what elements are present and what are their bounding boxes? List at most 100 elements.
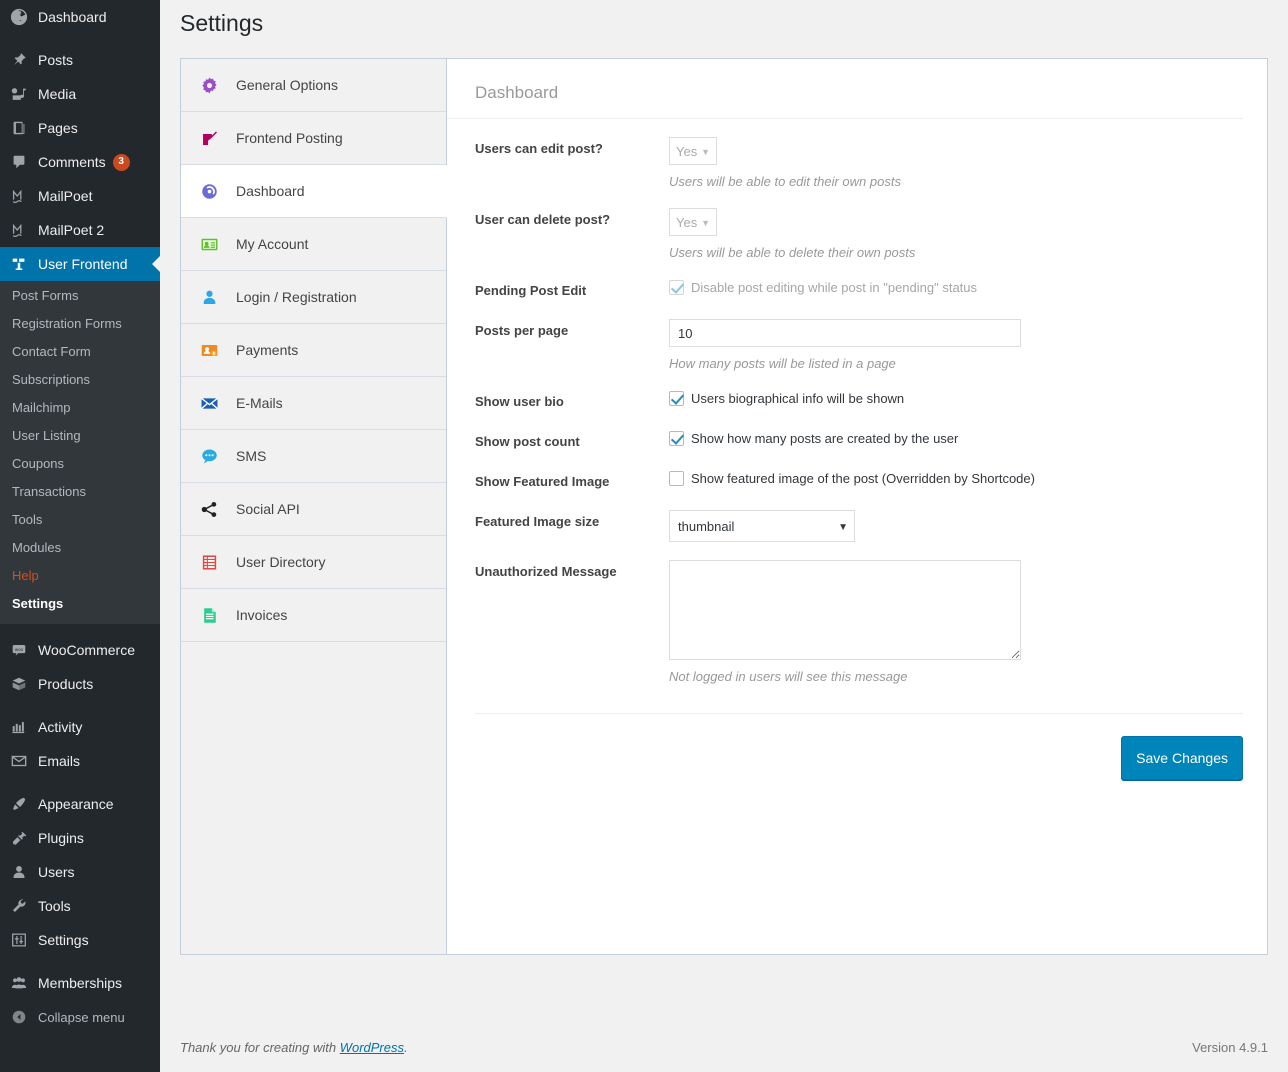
field-description: Users will be able to edit their own pos… [669,174,1243,190]
sidebar-item-posts[interactable]: Posts [0,43,160,77]
admin-footer: Thank you for creating with WordPress. V… [180,1022,1268,1072]
sidebar-item-mailpoet-2[interactable]: MailPoet 2 [0,213,160,247]
sidebar-item-users[interactable]: Users [0,855,160,889]
tab-label: My Account [236,236,308,252]
sidebar-item-mailpoet[interactable]: MailPoet [0,179,160,213]
sidebar-item-plugins[interactable]: Plugins [0,821,160,855]
submenu-item-coupons[interactable]: Coupons [0,450,160,478]
sidebar-item-label: MailPoet 2 [38,223,104,237]
comment-icon [10,153,34,171]
field-label: Featured Image size [447,510,669,532]
save-bar: Save Changes [475,713,1243,780]
sidebar-item-memberships[interactable]: Memberships [0,966,160,1000]
field-label: Posts per page [447,319,669,341]
tab-login-registration[interactable]: Login / Registration [181,271,446,324]
pending-post-edit-checkbox[interactable] [669,280,684,295]
page-title: Settings [180,0,1268,42]
wordpress-link[interactable]: WordPress [340,1040,404,1055]
sidebar-item-label: Appearance [38,797,114,811]
users-icon [10,863,34,881]
field-description: How many posts will be listed in a page [669,356,1243,372]
sidebar-item-dashboard[interactable]: Dashboard [0,0,160,34]
media-icon [10,85,34,103]
tab-sms[interactable]: SMS [181,430,446,483]
plugins-icon [10,829,34,847]
user-frontend-icon [10,255,34,273]
tab-frontend-posting[interactable]: Frontend Posting [181,112,446,165]
submenu-item-post-forms[interactable]: Post Forms [0,282,160,310]
dashboard-icon [10,8,34,26]
tab-social-api[interactable]: Social API [181,483,446,536]
checkbox-label: Disable post editing while post in "pend… [691,279,977,296]
sidebar-item-comments[interactable]: Comments 3 [0,145,160,179]
sidebar-item-label: Settings [38,933,89,947]
tab-payments[interactable]: Payments [181,324,446,377]
submenu-item-settings[interactable]: Settings [0,590,160,618]
sidebar-item-user-frontend[interactable]: User Frontend [0,247,160,281]
field-users-can-edit-post: Users can edit post? Yes ▼ Users will be… [447,119,1267,190]
unauthorized-message-textarea[interactable] [669,560,1021,660]
show-post-count-row: Show how many posts are created by the u… [669,430,1243,447]
field-description: Users will be able to delete their own p… [669,245,1243,261]
featured-image-size-select[interactable]: thumbnail [669,510,855,542]
sidebar-item-emails[interactable]: Emails [0,744,160,778]
sidebar-item-appearance[interactable]: Appearance [0,787,160,821]
sidebar-item-pages[interactable]: Pages [0,111,160,145]
share-nodes-icon [197,500,221,519]
submenu-item-help[interactable]: Help [0,562,160,590]
submenu-item-registration-forms[interactable]: Registration Forms [0,310,160,338]
collapse-menu-button[interactable]: Collapse menu [0,1000,160,1034]
collapse-arrow-icon [10,1008,34,1026]
show-featured-image-checkbox[interactable] [669,471,684,486]
show-user-bio-checkbox[interactable] [669,391,684,406]
tab-emails[interactable]: E-Mails [181,377,446,430]
sidebar-item-products[interactable]: Products [0,667,160,701]
user-can-delete-select[interactable]: Yes [669,208,717,236]
tab-label: Social API [236,501,300,517]
submenu-item-contact-form[interactable]: Contact Form [0,338,160,366]
mailpoet-icon [10,221,34,239]
sidebar-separator [0,778,160,787]
field-show-featured-image: Show Featured Image Show featured image … [447,452,1267,492]
field-show-user-bio: Show user bio Users biographical info wi… [447,372,1267,412]
sidebar-item-woocommerce[interactable]: woo WooCommerce [0,633,160,667]
tab-label: Invoices [236,607,287,623]
sidebar-item-label: Emails [38,754,80,768]
tab-user-directory[interactable]: User Directory [181,536,446,589]
tab-general-options[interactable]: General Options [181,59,446,112]
tools-icon [10,897,34,915]
sidebar-item-label: Posts [38,53,73,67]
submenu-item-tools[interactable]: Tools [0,506,160,534]
sidebar-item-label: Comments [38,155,106,169]
tab-invoices[interactable]: Invoices [181,589,446,642]
dashboard-gauge-icon [197,182,221,201]
submenu-item-user-listing[interactable]: User Listing [0,422,160,450]
sidebar-item-settings[interactable]: Settings [0,923,160,957]
sidebar-item-tools[interactable]: Tools [0,889,160,923]
users-can-edit-select[interactable]: Yes [669,137,717,165]
footer-thanks-prefix: Thank you for creating with [180,1040,340,1055]
save-changes-button[interactable]: Save Changes [1121,736,1243,780]
sidebar-item-activity[interactable]: Activity [0,710,160,744]
submenu-item-modules[interactable]: Modules [0,534,160,562]
sidebar-item-media[interactable]: Media [0,77,160,111]
tab-label: Payments [236,342,298,358]
tab-dashboard[interactable]: Dashboard [181,165,447,218]
sidebar-item-label: Activity [38,720,82,734]
pin-icon [10,51,34,69]
woocommerce-icon: woo [10,641,34,659]
submenu-item-mailchimp[interactable]: Mailchimp [0,394,160,422]
tab-my-account[interactable]: My Account [181,218,446,271]
wordpress-version: Version 4.9.1 [1192,1040,1268,1055]
memberships-icon [10,974,34,992]
tab-label: Frontend Posting [236,130,343,146]
posts-per-page-input[interactable] [669,319,1021,347]
submenu-item-transactions[interactable]: Transactions [0,478,160,506]
sidebar-item-label: WooCommerce [38,643,135,657]
field-unauthorized-message: Unauthorized Message Not logged in users… [447,542,1267,685]
admin-sidebar: Dashboard Posts Media Pages Comment [0,0,160,1072]
gear-icon [197,76,221,95]
submenu-item-subscriptions[interactable]: Subscriptions [0,366,160,394]
show-post-count-checkbox[interactable] [669,431,684,446]
field-label: Show post count [447,430,669,452]
